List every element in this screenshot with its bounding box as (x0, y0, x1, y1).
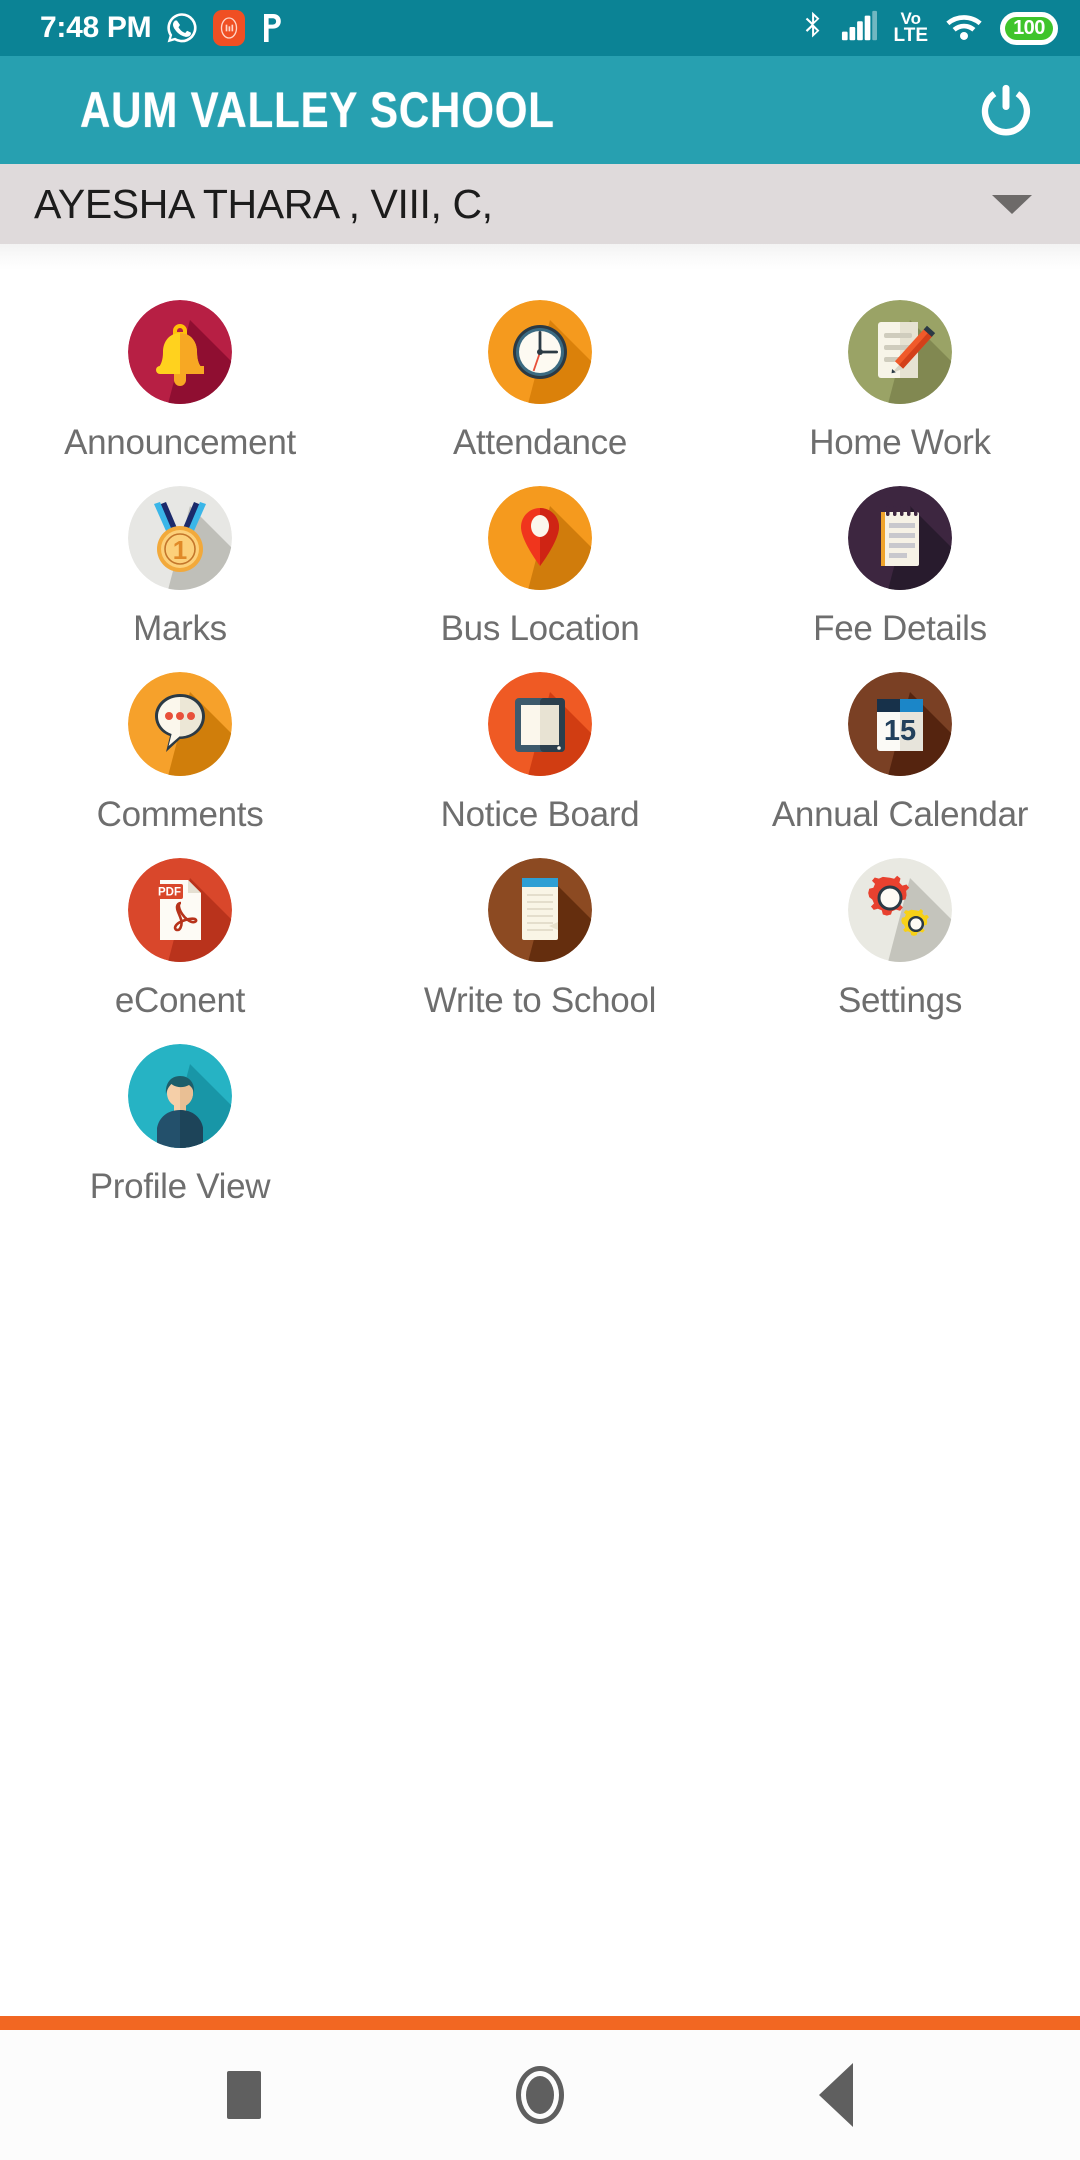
menu-item-label: Annual Calendar (771, 795, 1029, 834)
menu-item-label: Home Work (809, 423, 991, 462)
menu-grid-empty-cell (720, 1044, 1080, 1230)
menu-grid-empty-cell (360, 1044, 720, 1230)
notebook-icon (848, 486, 952, 590)
menu-item-announcement[interactable]: Announcement (0, 300, 360, 486)
app-bar: AUM VALLEY SCHOOL (0, 56, 1080, 164)
triangle-left-icon (819, 2063, 853, 2127)
status-bar-right: Vo LTE 100 (802, 9, 1058, 48)
app-root: 7:48 PM Vo LTE 100 AUM VALLEY SCHOOL AYE… (0, 0, 1080, 2160)
phonepe-icon (259, 11, 285, 45)
bluetooth-icon (802, 9, 824, 48)
battery-level-text: 100 (1013, 16, 1045, 39)
android-nav-bar (0, 2030, 1080, 2160)
status-bar-left: 7:48 PM (40, 10, 285, 46)
speech-bubble-icon (128, 672, 232, 776)
menu-item-label: Attendance (452, 423, 628, 462)
circle-icon (516, 2066, 564, 2124)
mi-video-call-icon (213, 10, 246, 46)
volte-lte-text: LTE (893, 25, 928, 47)
pdf-file-icon: PDF (128, 858, 232, 962)
status-clock: 7:48 PM (40, 11, 152, 44)
menu-item-attendance[interactable]: Attendance (360, 300, 720, 486)
menu-item-profile-view[interactable]: Profile View (0, 1044, 360, 1230)
svg-text:1: 1 (173, 535, 187, 565)
medal-icon: 1 (128, 486, 232, 590)
avatar-icon (128, 1044, 232, 1148)
whatsapp-icon (165, 11, 199, 45)
square-icon (227, 2071, 261, 2119)
menu-item-comments[interactable]: Comments (0, 672, 360, 858)
menu-grid: Announcement Attendance Home Work 1 Mark… (0, 270, 1080, 1623)
power-icon[interactable] (970, 74, 1042, 146)
tablet-icon (488, 672, 592, 776)
menu-item-label: eConent (114, 981, 246, 1020)
bottom-divider (0, 2016, 1080, 2030)
svg-text:PDF: PDF (158, 887, 181, 899)
menu-item-label: Settings (837, 981, 963, 1020)
content-spacer (0, 1623, 1080, 2016)
svg-text:15: 15 (884, 715, 916, 747)
calendar-icon: 15 (848, 672, 952, 776)
menu-item-label: Notice Board (440, 795, 640, 834)
menu-item-home-work[interactable]: Home Work (720, 300, 1080, 486)
cellular-signal-icon (841, 10, 877, 47)
menu-item-marks[interactable]: 1 Marks (0, 486, 360, 672)
map-pin-icon (488, 486, 592, 590)
selector-shadow (0, 244, 1080, 270)
chevron-down-icon[interactable] (992, 194, 1032, 214)
menu-item-notice-board[interactable]: Notice Board (360, 672, 720, 858)
back-button[interactable] (793, 2052, 879, 2138)
menu-item-label: Marks (133, 609, 227, 648)
menu-item-bus-location[interactable]: Bus Location (360, 486, 720, 672)
selected-student-name: AYESHA THARA , VIII, C, (34, 180, 493, 227)
menu-item-label: Profile View (89, 1167, 271, 1206)
student-selector[interactable]: AYESHA THARA , VIII, C, (0, 164, 1080, 244)
clock-icon (488, 300, 592, 404)
home-button[interactable] (497, 2052, 583, 2138)
menu-item-settings[interactable]: Settings (720, 858, 1080, 1044)
menu-item-label: Bus Location (440, 609, 640, 648)
notepad-pencil-icon (848, 300, 952, 404)
menu-item-econent[interactable]: PDF eConent (0, 858, 360, 1044)
menu-item-fee-details[interactable]: Fee Details (720, 486, 1080, 672)
menu-item-label: Comments (96, 795, 264, 834)
gears-icon (848, 858, 952, 962)
menu-item-label: Write to School (423, 981, 657, 1020)
status-bar: 7:48 PM Vo LTE 100 (0, 0, 1080, 56)
menu-item-label: Announcement (64, 423, 296, 462)
wifi-icon (945, 10, 983, 47)
volte-icon: Vo LTE (893, 10, 928, 47)
battery-icon: 100 (1000, 11, 1058, 45)
bell-icon (128, 300, 232, 404)
notebook-lined-icon (488, 858, 592, 962)
page-title: AUM VALLEY SCHOOL (80, 82, 555, 138)
recents-button[interactable] (201, 2052, 287, 2138)
menu-item-label: Fee Details (813, 609, 987, 648)
menu-item-write-to-school[interactable]: Write to School (360, 858, 720, 1044)
menu-item-annual-calendar[interactable]: 15 Annual Calendar (720, 672, 1080, 858)
